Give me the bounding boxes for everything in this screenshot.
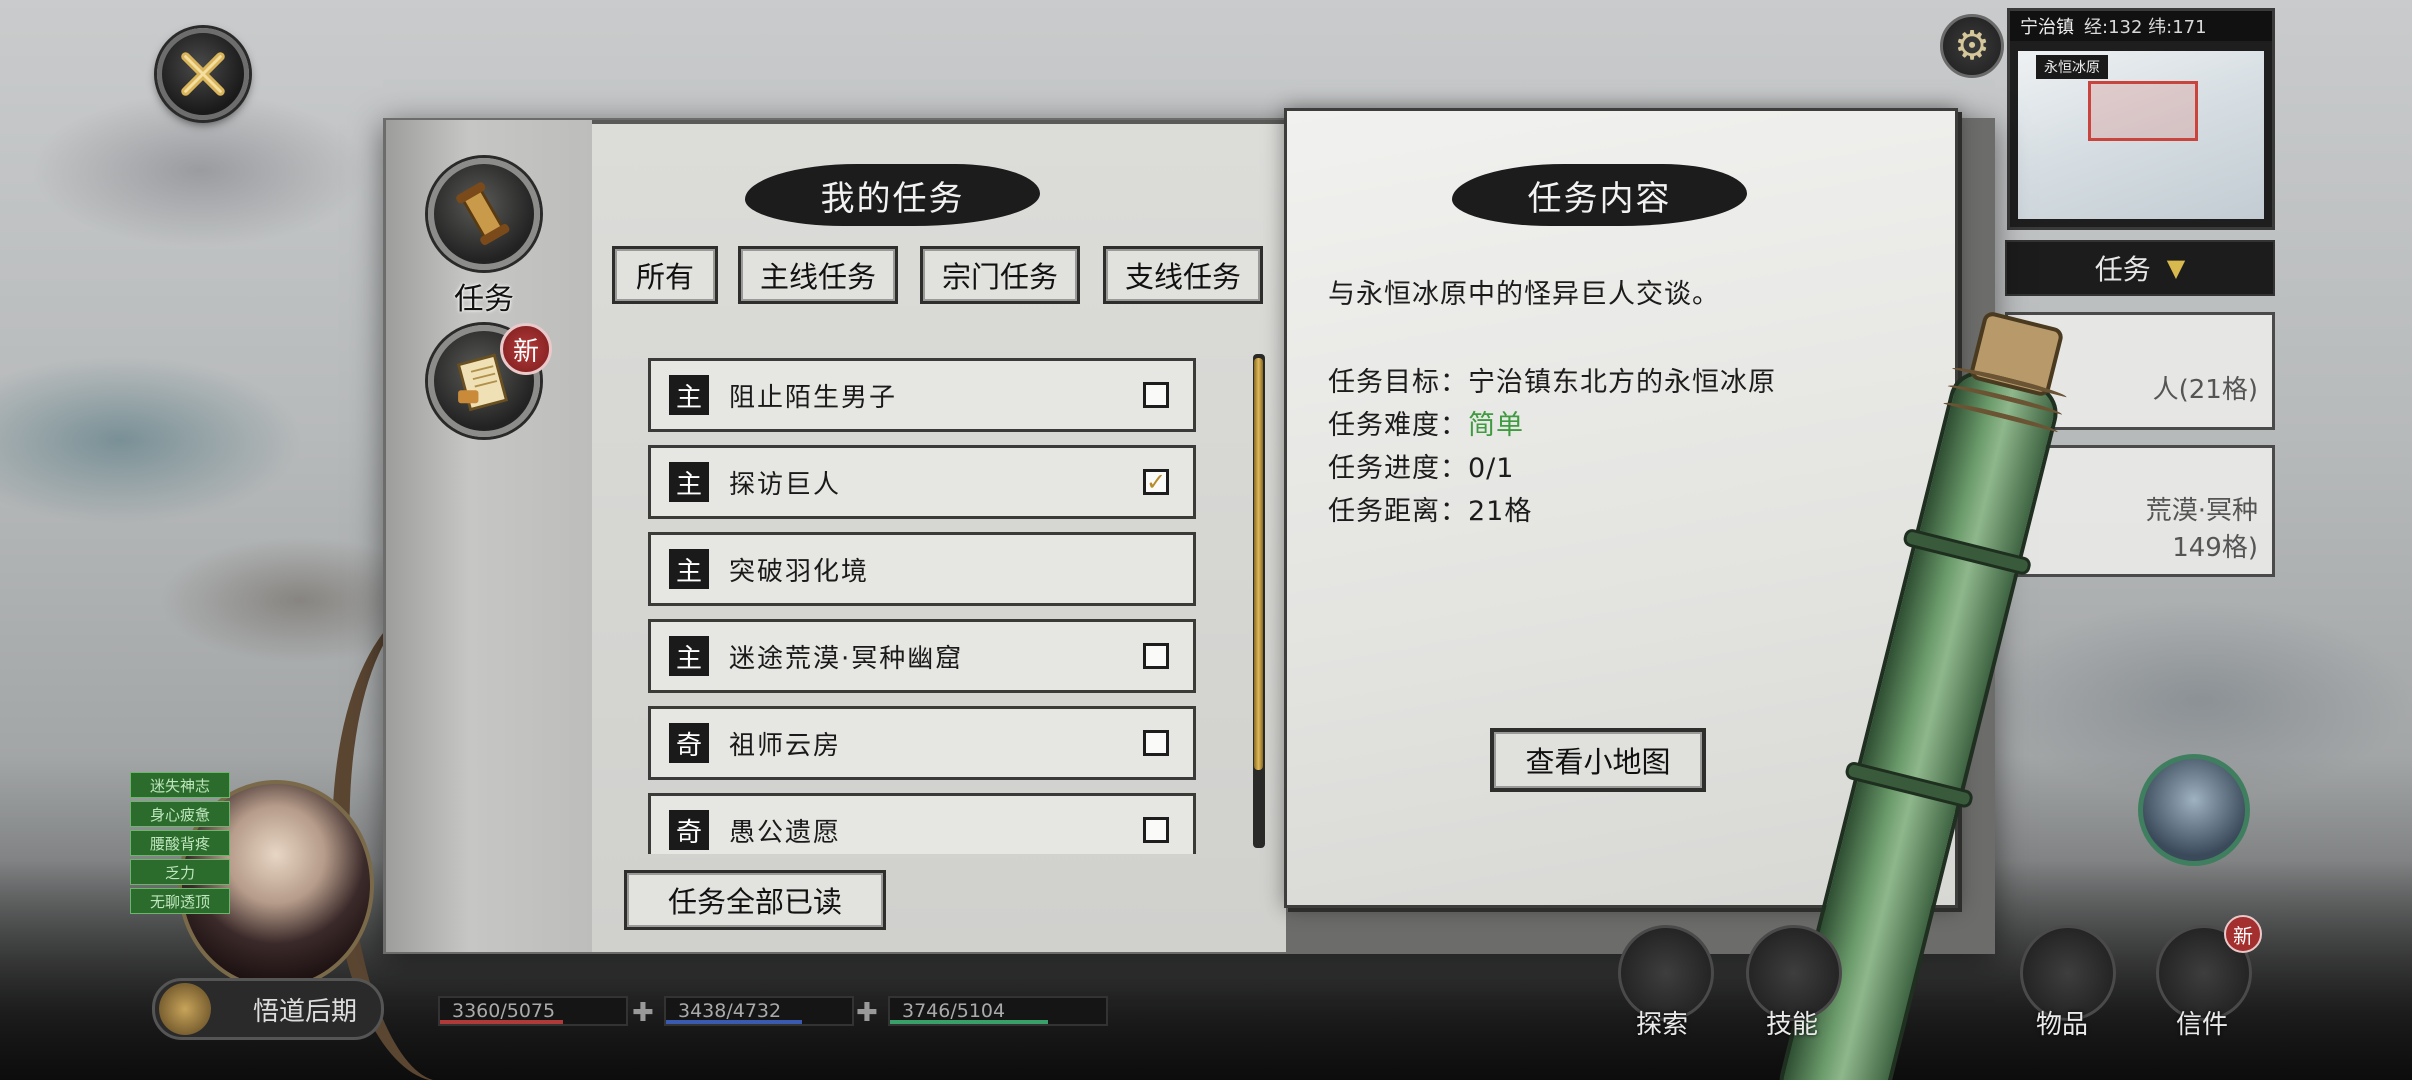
stamina-value: 3746/5104 bbox=[902, 1000, 1006, 1022]
status-chip[interactable]: 迷失神志 bbox=[130, 772, 230, 798]
detail-label: 任务距离： bbox=[1328, 496, 1468, 527]
quest-name: 愚公遗愿 bbox=[729, 817, 842, 848]
quest-type-badge: 主 bbox=[669, 462, 709, 502]
scrollbar-thumb[interactable] bbox=[1254, 358, 1263, 770]
mana-value: 3438/4732 bbox=[678, 1000, 782, 1022]
detail-value: 简单 bbox=[1468, 410, 1524, 441]
plus-icon[interactable]: ✚ bbox=[632, 998, 654, 1028]
tab-side-quests[interactable]: 支线任务 bbox=[1103, 246, 1263, 304]
quest-type-badge: 主 bbox=[669, 549, 709, 589]
checkmark-icon: ✓ bbox=[1145, 468, 1167, 496]
quest-detail-title: 任务内容 bbox=[1452, 164, 1747, 226]
minimap[interactable]: 宁治镇 经:132 纬:171 永恒冰原 bbox=[2007, 8, 2275, 230]
status-effects[interactable]: 迷失神志 身心疲惫 腰酸背疼 乏力 无聊透顶 bbox=[130, 772, 230, 917]
detail-row-difficulty: 任务难度：简单 bbox=[1328, 403, 1524, 442]
explore-label: 探索 bbox=[1636, 1010, 1689, 1040]
minimap-player-marker bbox=[2088, 81, 2198, 141]
track-checkbox[interactable] bbox=[1143, 730, 1169, 756]
companion-avatar[interactable] bbox=[2138, 754, 2250, 866]
status-chip[interactable]: 无聊透顶 bbox=[130, 888, 230, 914]
track-checkbox[interactable]: ✓ bbox=[1143, 468, 1169, 496]
cultivation-realm-button[interactable]: 悟道后期 bbox=[152, 978, 384, 1040]
status-chip[interactable]: 乏力 bbox=[130, 859, 230, 885]
quest-name: 祖师云房 bbox=[729, 730, 842, 761]
quest-tracker-toggle[interactable]: 任务 ▼ bbox=[2005, 240, 2275, 296]
minimap-location: 宁治镇 bbox=[2020, 17, 2074, 38]
realm-icon bbox=[159, 983, 211, 1035]
quest-name: 突破羽化境 bbox=[729, 556, 870, 587]
mark-all-read-label: 任务全部已读 bbox=[667, 885, 842, 919]
quest-type-badge: 奇 bbox=[669, 810, 709, 850]
quest-tracker-title: 任务 bbox=[2094, 253, 2151, 286]
detail-value: 0/1 bbox=[1468, 453, 1515, 484]
view-minimap-button[interactable]: 查看小地图 bbox=[1490, 728, 1706, 792]
quest-row[interactable]: 主 迷途荒漠·冥种幽窟 bbox=[648, 619, 1196, 693]
quest-name: 探访巨人 bbox=[729, 469, 842, 500]
health-bar: 3360/5075 bbox=[438, 996, 628, 1026]
detail-label: 任务难度： bbox=[1328, 410, 1468, 441]
quest-name: 迷途荒漠·冥种幽窟 bbox=[729, 643, 964, 674]
skills-label: 技能 bbox=[1766, 1010, 1819, 1040]
gear-icon: ⚙ bbox=[1954, 23, 1990, 69]
scroll-icon bbox=[456, 182, 510, 246]
minimap-header: 宁治镇 经:132 纬:171 bbox=[2010, 11, 2272, 41]
new-badge: 新 bbox=[2224, 915, 2262, 953]
close-icon bbox=[181, 52, 225, 96]
track-checkbox[interactable] bbox=[1143, 817, 1169, 843]
status-chip[interactable]: 腰酸背疼 bbox=[130, 830, 230, 856]
tab-all[interactable]: 所有 bbox=[612, 246, 718, 304]
quest-name: 阻止陌生男子 bbox=[729, 382, 898, 413]
track-checkbox[interactable] bbox=[1143, 643, 1169, 669]
quest-row[interactable]: 奇 愚公遗愿 bbox=[648, 793, 1196, 854]
mana-fill bbox=[666, 1020, 802, 1024]
detail-label: 任务进度： bbox=[1328, 453, 1468, 484]
tab-label: 宗门任务 bbox=[941, 260, 1058, 294]
quest-row[interactable]: 主 探访巨人 ✓ bbox=[648, 445, 1196, 519]
quest-row[interactable]: 奇 祖师云房 bbox=[648, 706, 1196, 780]
mark-all-read-button[interactable]: 任务全部已读 bbox=[624, 870, 886, 930]
tab-label: 主线任务 bbox=[759, 260, 876, 294]
items-label: 物品 bbox=[2036, 1010, 2089, 1040]
letters-label: 信件 bbox=[2176, 1010, 2229, 1040]
close-button[interactable] bbox=[157, 28, 249, 120]
quest-list-title: 我的任务 bbox=[745, 164, 1040, 226]
realm-label: 悟道后期 bbox=[252, 996, 357, 1027]
mana-bar: 3438/4732 bbox=[664, 996, 854, 1026]
settings-button[interactable]: ⚙ bbox=[1940, 14, 2004, 78]
minimap-view[interactable]: 永恒冰原 bbox=[2018, 51, 2264, 219]
quest-type-badge: 主 bbox=[669, 636, 709, 676]
quest-list[interactable]: 主 阻止陌生男子 主 探访巨人 ✓ 主 突破羽化境 主 迷途荒漠·冥种幽窟 奇 … bbox=[640, 354, 1200, 854]
tab-label: 所有 bbox=[635, 260, 694, 294]
view-minimap-label: 查看小地图 bbox=[1525, 745, 1671, 779]
detail-row-progress: 任务进度：0/1 bbox=[1328, 446, 1514, 485]
health-fill bbox=[440, 1020, 563, 1024]
health-value: 3360/5075 bbox=[452, 1000, 556, 1022]
detail-row-objective: 任务目标：宁治镇东北方的永恒冰原 bbox=[1328, 360, 1776, 399]
status-chip[interactable]: 身心疲惫 bbox=[130, 801, 230, 827]
minimap-coords: 经:132 纬:171 bbox=[2084, 17, 2207, 38]
sidebar-item-quests[interactable] bbox=[428, 158, 540, 270]
quest-row[interactable]: 主 阻止陌生男子 bbox=[648, 358, 1196, 432]
tab-sect-quests[interactable]: 宗门任务 bbox=[920, 246, 1080, 304]
detail-value: 21格 bbox=[1468, 496, 1533, 527]
minimap-area-tag: 永恒冰原 bbox=[2036, 55, 2108, 79]
new-badge: 新 bbox=[500, 323, 552, 375]
plus-icon[interactable]: ✚ bbox=[856, 998, 878, 1028]
detail-value: 宁治镇东北方的永恒冰原 bbox=[1468, 367, 1776, 398]
track-checkbox[interactable] bbox=[1143, 382, 1169, 408]
quest-description: 与永恒冰原中的怪异巨人交谈。 bbox=[1328, 279, 1720, 310]
tab-label: 支线任务 bbox=[1124, 260, 1241, 294]
detail-label: 任务目标： bbox=[1328, 367, 1468, 398]
quest-type-badge: 主 bbox=[669, 375, 709, 415]
quest-type-badge: 奇 bbox=[669, 723, 709, 763]
stamina-fill bbox=[890, 1020, 1048, 1024]
sidebar-label-quests: 任务 bbox=[454, 282, 514, 317]
quest-row[interactable]: 主 突破羽化境 bbox=[648, 532, 1196, 606]
tab-main-quests[interactable]: 主线任务 bbox=[738, 246, 898, 304]
chevron-down-icon: ▼ bbox=[2166, 254, 2186, 282]
detail-row-distance: 任务距离：21格 bbox=[1328, 489, 1532, 528]
stamina-bar: 3746/5104 bbox=[888, 996, 1108, 1026]
